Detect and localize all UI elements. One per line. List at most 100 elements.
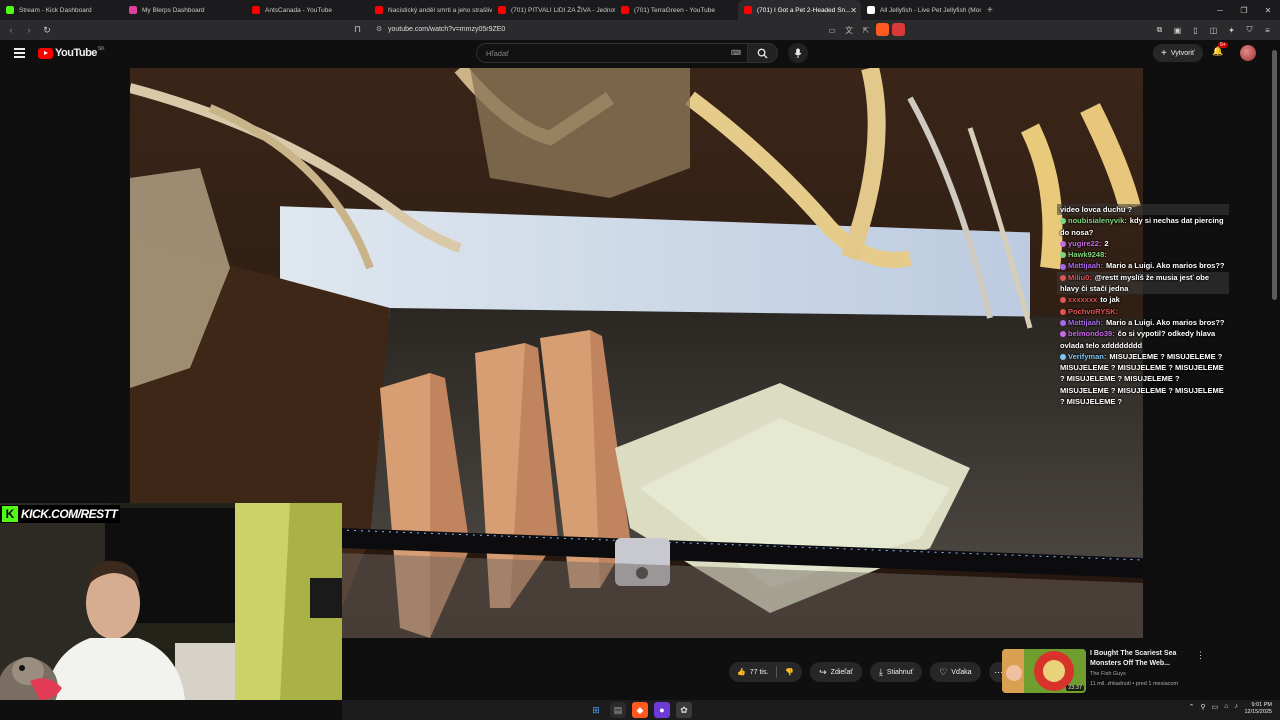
chat-message: Mattijaah: Mario a Luigi. Ako marios bros… [1057, 317, 1229, 328]
create-button[interactable]: + Vytvoriť [1153, 44, 1203, 62]
chat-text: video lovca duchu ? [1060, 205, 1133, 214]
brave-rewards-icon[interactable] [892, 23, 905, 36]
tab-list: Stream - Kick Dashboard My Blerps Dashboa… [0, 0, 981, 20]
volume-icon[interactable]: ♪ [1235, 703, 1239, 711]
back-icon[interactable]: ‹ [4, 23, 18, 37]
cast-icon[interactable]: ▭ [826, 23, 838, 37]
thumbs-down-icon: 👎 [785, 669, 795, 676]
close-tab-icon[interactable]: ✕ [850, 6, 857, 15]
tab-favicon-icon [252, 6, 260, 14]
recommended-title[interactable]: I Bought The Scariest Sea Monsters Off T… [1090, 649, 1190, 669]
dislike-button[interactable]: 👎 [777, 662, 802, 682]
youtube-header: YouTube SK Hľadať ⌨ + Vytvoriť 🔔 9+ [0, 40, 1270, 68]
share-button[interactable]: ↪ Zdieľať [810, 662, 862, 682]
extensions-icon[interactable]: ⧉ [1153, 23, 1166, 37]
tab-label: My Blerps Dashboard [142, 6, 205, 14]
leo-icon[interactable]: ✦ [1225, 23, 1238, 37]
browser-tab[interactable]: Nacistický anděl smrti a jeho strašliv..… [369, 0, 492, 20]
usb-icon[interactable]: ⚲ [1201, 703, 1206, 711]
windows-start-icon[interactable]: ⊞ [588, 702, 604, 718]
maximize-icon[interactable]: ❐ [1232, 0, 1256, 20]
chat-username: Miliu0: [1068, 272, 1092, 282]
app-icon[interactable]: ✿ [676, 702, 692, 718]
chat-badge-icon [1060, 297, 1066, 304]
display-icon[interactable]: ▭ [1212, 703, 1219, 711]
page-scrollbar[interactable] [1270, 40, 1280, 700]
share-page-icon[interactable]: ⇱ [860, 23, 872, 37]
brave-shield-icon[interactable] [876, 23, 889, 36]
tab-favicon-icon [498, 6, 506, 14]
tab-favicon-icon [621, 6, 629, 14]
forward-icon[interactable]: › [22, 23, 36, 37]
menu-icon[interactable]: ≡ [1261, 23, 1274, 37]
browser-tab[interactable]: (701) TerraGreen - YouTube [615, 0, 738, 20]
reload-icon[interactable]: ↻ [40, 23, 54, 37]
close-window-icon[interactable]: ✕ [1256, 0, 1280, 20]
taskbar-apps: ⊞ ▤ ◆ ● ✿ [588, 702, 692, 718]
video-duration: 23:37 [1066, 685, 1084, 691]
explorer-icon[interactable]: ▤ [610, 702, 626, 718]
chat-badge-icon [1060, 319, 1066, 326]
chat-username: xxxxxxx [1068, 295, 1098, 305]
recommended-menu-icon[interactable]: ⋮ [1196, 650, 1205, 661]
like-button[interactable]: 👍 77 tis. [729, 662, 776, 682]
account-avatar[interactable] [1240, 45, 1256, 61]
obs-icon[interactable]: ● [654, 702, 670, 718]
window-controls: ─ ❐ ✕ [1208, 0, 1280, 20]
country-code: SK [97, 46, 105, 52]
thanks-button[interactable]: ♡ Vďaka [930, 662, 981, 682]
search-button[interactable] [748, 43, 778, 63]
browser-tab[interactable]: My Blerps Dashboard [123, 0, 246, 20]
video-actions: 👍 77 tis. 👎 ↪ Zdieľať ⤓ Stiahnuť ♡ Vďaka… [729, 662, 1009, 682]
recommended-video[interactable]: 23:37 I Bought The Scariest Sea Monsters… [1002, 648, 1205, 694]
tab-label: (701) I Got a Pet 2-Headed Sn... [757, 6, 851, 14]
vpn-icon[interactable]: ◫ [1207, 23, 1220, 37]
tab-favicon-icon [867, 6, 875, 14]
webcam-frame [0, 503, 342, 700]
voice-search-button[interactable] [788, 43, 808, 63]
chat-badge-icon [1060, 331, 1066, 338]
chat-badge-icon [1060, 308, 1066, 315]
chat-username: PochvoRYSK: [1068, 306, 1119, 316]
new-tab-button[interactable]: + [987, 5, 993, 16]
guide-menu-icon[interactable] [14, 48, 25, 58]
browser-tab[interactable]: (701) PITVALI LIDI ZA ŽIVA - Jednotk... [492, 0, 615, 20]
thanks-label: Vďaka [951, 668, 972, 676]
download-button[interactable]: ⤓ Stiahnuť [869, 662, 923, 682]
wallet-icon[interactable]: ▣ [1171, 23, 1184, 37]
scrollbar-thumb[interactable] [1272, 50, 1277, 300]
kick-overlay-banner: K KICK.COM/RESTT [0, 505, 121, 523]
search-input[interactable]: Hľadať ⌨ [476, 43, 748, 63]
address-actions: ▭ 文 ⇱ [826, 23, 872, 37]
kick-url-text: KICK.COM/RESTT [21, 507, 118, 521]
browser-tab[interactable]: AntsCanada - YouTube [246, 0, 369, 20]
translate-icon[interactable]: 文 [843, 23, 855, 37]
recommended-thumbnail[interactable]: 23:37 [1002, 649, 1086, 693]
taskbar-clock[interactable]: 9:01 PM 12/15/2025 [1244, 702, 1272, 716]
tab-favicon-icon [6, 6, 14, 14]
keyboard-icon[interactable]: ⌨ [731, 49, 741, 57]
network-icon[interactable]: ⌂ [1224, 703, 1228, 711]
chat-badge-icon [1060, 353, 1066, 360]
sidebar-icon[interactable]: ▯ [1189, 23, 1202, 37]
browser-tab[interactable]: All Jellyfish - Live Pet Jellyfish (Moon… [861, 0, 981, 20]
brave-browser-icon[interactable]: ◆ [632, 702, 648, 718]
bookmark-icon[interactable]: ⊓ [354, 24, 361, 35]
chat-message: xxxxxxx to jak [1057, 294, 1229, 305]
recommended-channel[interactable]: The Fish Guys [1090, 671, 1126, 677]
tray-chevron-icon[interactable]: ⌃ [1189, 703, 1195, 711]
search-placeholder: Hľadať [486, 48, 509, 58]
thumbs-up-icon: 👍 [737, 669, 746, 676]
shield-icon[interactable]: ⛉ [1243, 23, 1256, 37]
tab-label: (701) PITVALI LIDI ZA ŽIVA - Jednotk... [511, 6, 615, 14]
minimize-icon[interactable]: ─ [1208, 0, 1232, 20]
site-info-icon[interactable]: ⚙ [376, 23, 382, 37]
youtube-logo[interactable]: YouTube SK [38, 46, 105, 59]
stream-chat-overlay: video lovca duchu ? noubisialenyvik: kdy s… [1057, 204, 1229, 407]
tab-favicon-icon [744, 6, 752, 14]
browser-tab[interactable]: (701) I Got a Pet 2-Headed Sn... ✕ [738, 0, 861, 20]
chat-message: noubisialenyvik: kdy si nechas dat pierci… [1057, 215, 1229, 238]
download-icon: ⤓ [878, 666, 883, 677]
browser-tab[interactable]: Stream - Kick Dashboard [0, 0, 123, 20]
notifications-button[interactable]: 🔔 9+ [1212, 42, 1228, 57]
